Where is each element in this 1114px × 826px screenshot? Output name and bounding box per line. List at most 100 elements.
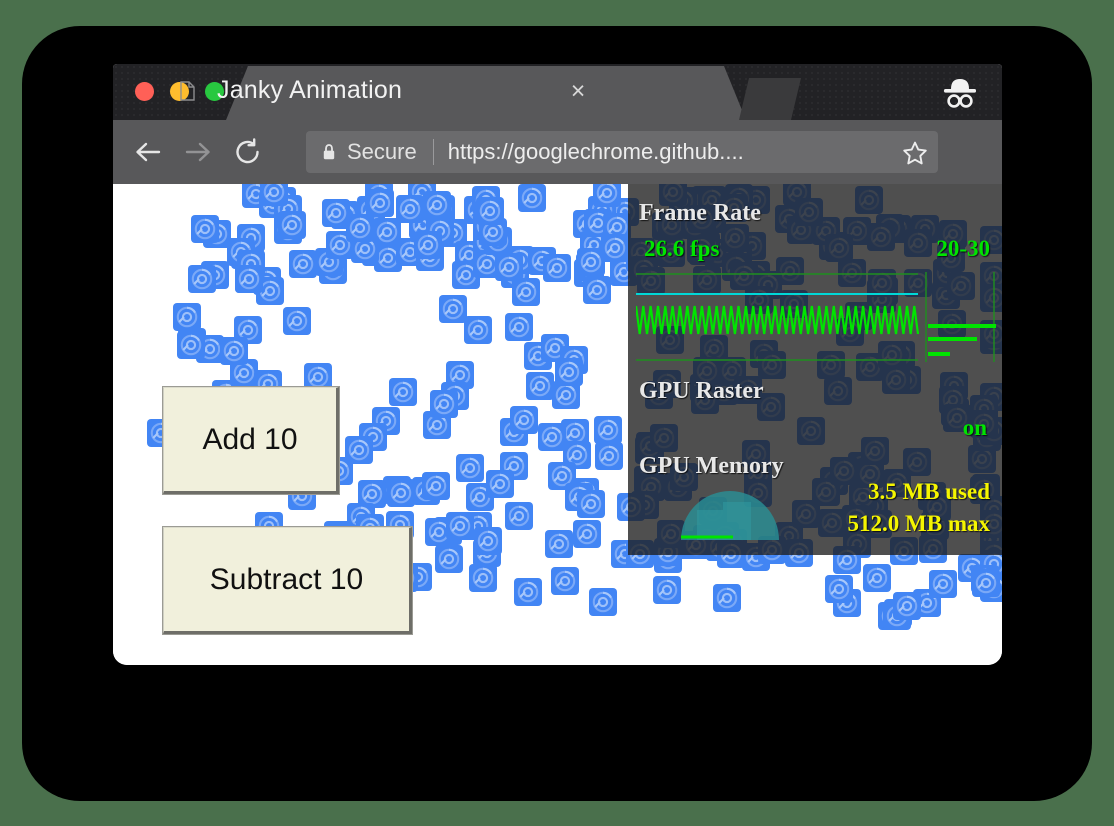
chrome-logo-icon bbox=[656, 326, 684, 354]
chrome-logo-icon bbox=[486, 470, 514, 498]
chrome-logo-icon bbox=[456, 454, 484, 482]
address-bar[interactable]: Secure https://googlechrome.github.... bbox=[306, 131, 938, 173]
chrome-logo-icon bbox=[688, 205, 716, 233]
chrome-logo-icon bbox=[717, 540, 745, 568]
chrome-logo-icon bbox=[551, 567, 579, 595]
chrome-logo-icon bbox=[543, 254, 571, 282]
chrome-logo-icon bbox=[505, 313, 533, 341]
chrome-logo-icon bbox=[514, 578, 542, 606]
chrome-logo-icon bbox=[795, 198, 823, 226]
chrome-logo-icon bbox=[904, 269, 932, 297]
chrome-logo-icon bbox=[838, 259, 866, 287]
chrome-logo-icon bbox=[653, 370, 681, 398]
incognito-hat-glasses-icon bbox=[938, 76, 982, 110]
chrome-logo-icon bbox=[792, 500, 820, 528]
chrome-logo-icon bbox=[289, 250, 317, 278]
chrome-logo-icon bbox=[867, 223, 895, 251]
chrome-logo-icon bbox=[191, 215, 219, 243]
chrome-logo-icon bbox=[545, 530, 573, 558]
chrome-logo-icon bbox=[824, 377, 852, 405]
chrome-logo-icon bbox=[758, 351, 786, 379]
chrome-logo-icon bbox=[659, 184, 687, 206]
chrome-logo-icon bbox=[947, 272, 975, 300]
chrome-logo-icon bbox=[389, 378, 417, 406]
chrome-logo-icon bbox=[939, 220, 967, 248]
chrome-logo-icon bbox=[573, 520, 601, 548]
chrome-logo-icon bbox=[220, 337, 248, 365]
chrome-logo-icon bbox=[980, 226, 1002, 254]
chrome-logo-icon bbox=[435, 545, 463, 573]
chrome-logo-icon bbox=[387, 479, 415, 507]
chrome-logo-icon bbox=[890, 537, 918, 565]
chrome-logo-icon bbox=[555, 358, 583, 386]
chrome-logo-icon bbox=[653, 576, 681, 604]
url-text[interactable]: https://googlechrome.github.... bbox=[448, 139, 744, 165]
chrome-logo-icon bbox=[594, 416, 622, 444]
close-icon[interactable]: × bbox=[565, 78, 591, 104]
chrome-logo-icon bbox=[682, 531, 710, 559]
chrome-logo-icon bbox=[422, 472, 450, 500]
chrome-logo-icon bbox=[943, 404, 971, 432]
chrome-logo-icon bbox=[691, 386, 719, 414]
chrome-logo-icon bbox=[938, 310, 966, 338]
chrome-logo-icon bbox=[626, 540, 654, 568]
chrome-logo-icon bbox=[868, 269, 896, 297]
chrome-logo-icon bbox=[970, 410, 998, 438]
chrome-logo-icon bbox=[283, 307, 311, 335]
chrome-logo-icon bbox=[734, 376, 762, 404]
chrome-logo-icon bbox=[657, 239, 685, 267]
chrome-logo-icon bbox=[446, 512, 474, 540]
add-10-button[interactable]: Add 10 bbox=[163, 387, 339, 494]
chrome-logo-icon bbox=[278, 211, 306, 239]
arrow-right-icon[interactable] bbox=[183, 137, 213, 167]
chrome-logo-icon bbox=[601, 234, 629, 262]
padlock-closed-icon bbox=[322, 143, 336, 161]
chrome-logo-icon bbox=[260, 184, 288, 206]
arrow-left-icon[interactable] bbox=[133, 137, 163, 167]
chrome-logo-icon bbox=[863, 564, 891, 592]
chrome-logo-icon bbox=[693, 266, 721, 294]
document-page-icon bbox=[180, 81, 195, 101]
subtract-10-button[interactable]: Subtract 10 bbox=[163, 527, 412, 634]
chrome-logo-icon bbox=[366, 189, 394, 217]
chrome-logo-icon bbox=[882, 366, 910, 394]
window-close-button[interactable] bbox=[135, 82, 154, 101]
chrome-logo-icon bbox=[830, 457, 858, 485]
chrome-logo-icon bbox=[903, 448, 931, 476]
chrome-logo-icon bbox=[439, 295, 467, 323]
chrome-logo-icon bbox=[797, 417, 825, 445]
chrome-logo-icon bbox=[476, 197, 504, 225]
chrome-logo-icon bbox=[617, 493, 645, 521]
chrome-logo-icon bbox=[721, 224, 749, 252]
chrome-logo-icon bbox=[713, 584, 741, 612]
chrome-logo-icon bbox=[780, 290, 808, 318]
chrome-logo-icon bbox=[650, 424, 678, 452]
chrome-logo-icon bbox=[173, 303, 201, 331]
chrome-logo-icon bbox=[583, 276, 611, 304]
chrome-logo-icon bbox=[861, 437, 889, 465]
chrome-logo-icon bbox=[825, 575, 853, 603]
chrome-logo-icon bbox=[469, 564, 497, 592]
chrome-logo-icon bbox=[720, 194, 748, 222]
chrome-logo-icon bbox=[235, 265, 263, 293]
chrome-logo-icon bbox=[836, 318, 864, 346]
star-outline-icon[interactable] bbox=[902, 140, 928, 166]
chrome-logo-icon bbox=[980, 320, 1002, 348]
chrome-logo-icon bbox=[657, 520, 685, 548]
chrome-logo-icon bbox=[510, 406, 538, 434]
chrome-logo-icon bbox=[430, 390, 458, 418]
chrome-logo-icon bbox=[474, 527, 502, 555]
chrome-logo-icon bbox=[878, 341, 906, 369]
new-tab-button[interactable] bbox=[739, 78, 801, 120]
chrome-logo-icon bbox=[538, 423, 566, 451]
chrome-logo-icon bbox=[577, 248, 605, 276]
reload-circular-arrow-icon[interactable] bbox=[233, 137, 263, 167]
chrome-logo-icon bbox=[589, 588, 617, 616]
chrome-logo-icon bbox=[744, 479, 772, 507]
chrome-logo-icon bbox=[637, 267, 665, 295]
chrome-logo-icon bbox=[177, 331, 205, 359]
chrome-logo-icon bbox=[855, 186, 883, 214]
chrome-logo-icon bbox=[526, 372, 554, 400]
chrome-logo-icon bbox=[825, 234, 853, 262]
chrome-logo-icon bbox=[817, 351, 845, 379]
